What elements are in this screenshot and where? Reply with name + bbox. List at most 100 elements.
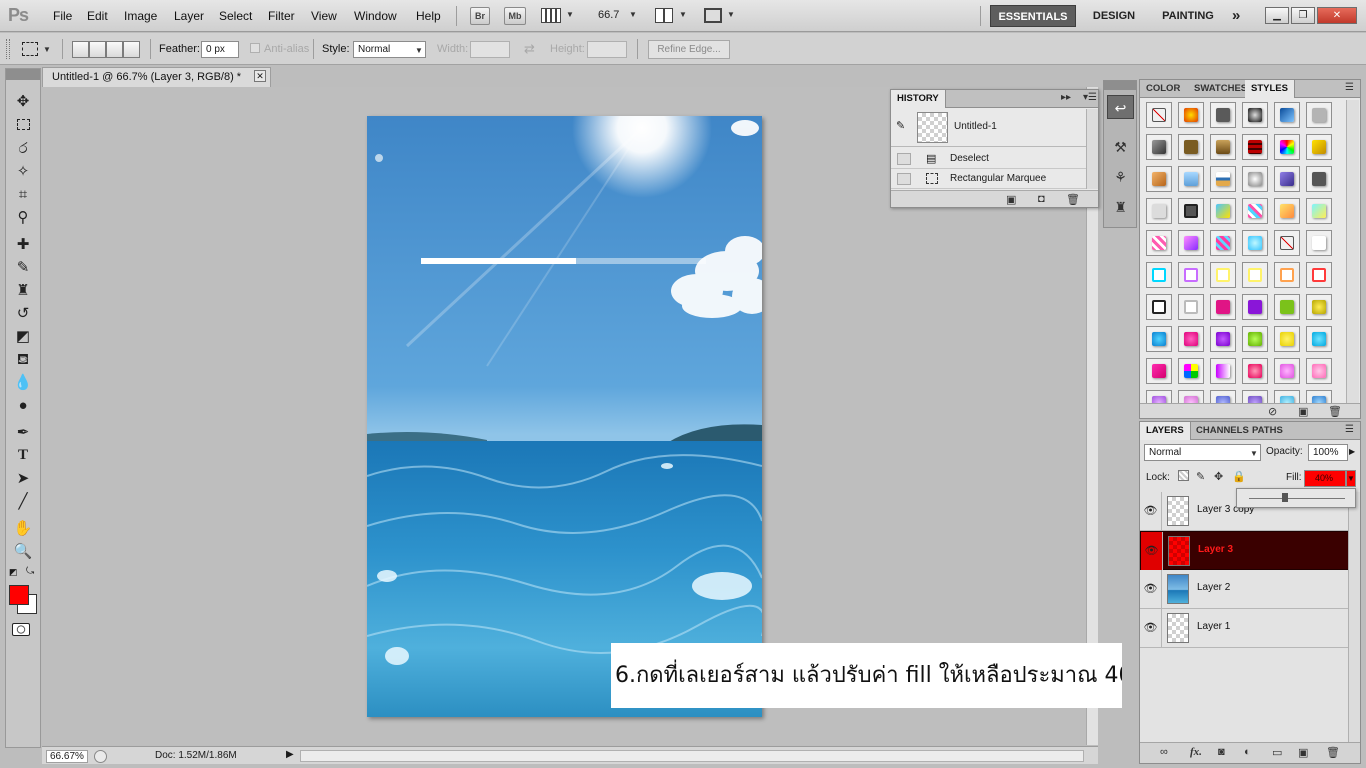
more-workspaces-icon[interactable]: »	[1232, 5, 1240, 27]
style-preset-swatch[interactable]	[1146, 198, 1172, 224]
workspace-essentials[interactable]: ESSENTIALS	[990, 5, 1076, 27]
arrange-documents-icon[interactable]	[655, 8, 673, 23]
swap-colors-icon[interactable]: ⤿	[26, 566, 34, 577]
height-input[interactable]	[587, 41, 627, 58]
tools-panel-header[interactable]	[6, 69, 40, 80]
healing-brush-tool-icon[interactable]: ✚	[10, 234, 36, 255]
chevron-down-icon[interactable]: ▼	[629, 10, 637, 19]
style-preset-swatch[interactable]	[1146, 262, 1172, 288]
style-preset-swatch[interactable]	[1178, 262, 1204, 288]
opacity-input[interactable]: 100%	[1308, 444, 1348, 461]
style-preset-swatch[interactable]	[1242, 102, 1268, 128]
layers-scrollbar[interactable]	[1348, 492, 1360, 742]
menu-select[interactable]: Select	[219, 9, 252, 23]
style-preset-swatch[interactable]	[1306, 134, 1332, 160]
style-preset-swatch[interactable]	[1178, 358, 1204, 384]
lock-position-icon[interactable]: ✥	[1214, 470, 1223, 483]
style-preset-swatch[interactable]	[1146, 326, 1172, 352]
style-preset-swatch[interactable]	[1242, 294, 1268, 320]
workspace-painting[interactable]: PAINTING	[1152, 5, 1224, 27]
clone-source-icon[interactable]: ⚘	[1107, 165, 1134, 189]
fill-slider-track[interactable]	[1249, 498, 1345, 499]
new-style-icon[interactable]: ▣	[1298, 405, 1308, 418]
create-snapshot-icon[interactable]: ◘	[1038, 193, 1045, 205]
lock-image-icon[interactable]: ✎	[1196, 470, 1205, 483]
zoom-level[interactable]: 66.7	[598, 9, 619, 21]
style-preset-swatch[interactable]	[1210, 102, 1236, 128]
style-preset-swatch[interactable]	[1178, 294, 1204, 320]
anti-alias-checkbox[interactable]	[250, 43, 260, 53]
style-preset-swatch[interactable]	[1146, 294, 1172, 320]
style-preset-swatch[interactable]	[1274, 230, 1300, 256]
blend-mode-select[interactable]: Normal	[1144, 444, 1261, 461]
style-preset-swatch[interactable]	[1146, 166, 1172, 192]
menu-filter[interactable]: Filter	[268, 9, 295, 23]
width-input[interactable]	[470, 41, 510, 58]
style-preset-swatch[interactable]	[1242, 390, 1268, 403]
minimize-icon[interactable]: ▁	[1265, 7, 1289, 24]
lock-all-icon[interactable]: 🔒	[1232, 470, 1246, 483]
style-preset-swatch[interactable]	[1242, 134, 1268, 160]
style-preset-swatch[interactable]	[1242, 198, 1268, 224]
style-preset-swatch[interactable]	[1306, 390, 1332, 403]
path-selection-tool-icon[interactable]: ➤	[10, 468, 36, 489]
move-tool-icon[interactable]: ✥	[10, 91, 36, 112]
lock-transparency-icon[interactable]	[1178, 470, 1189, 481]
eraser-tool-icon[interactable]: ◩	[10, 326, 36, 347]
style-preset-swatch[interactable]	[1178, 166, 1204, 192]
foreground-color-swatch[interactable]	[9, 585, 29, 605]
menu-image[interactable]: Image	[124, 9, 157, 23]
tool-presets-icon[interactable]: ♜	[1107, 195, 1134, 219]
menu-file[interactable]: File	[53, 9, 72, 23]
style-preset-swatch[interactable]	[1146, 102, 1172, 128]
trash-icon[interactable]: 🗑	[1326, 746, 1340, 759]
styles-scrollbar[interactable]	[1346, 100, 1359, 403]
refine-edge-button[interactable]: Refine Edge...	[648, 40, 730, 59]
new-layer-icon[interactable]: ▣	[1298, 746, 1308, 759]
fill-input[interactable]: 40%	[1304, 470, 1346, 487]
quick-mask-icon[interactable]	[12, 623, 30, 639]
mini-bridge-button[interactable]: Mb	[504, 7, 526, 25]
close-icon[interactable]: ✕	[254, 70, 266, 82]
blur-tool-icon[interactable]: 💧	[10, 372, 36, 393]
adjustment-layer-icon[interactable]: ◐	[1244, 746, 1251, 758]
style-preset-swatch[interactable]	[1306, 294, 1332, 320]
tab-swatches[interactable]: SWATCHES	[1188, 80, 1253, 98]
new-document-from-state-icon[interactable]: ▣	[1006, 193, 1016, 206]
collapse-icon[interactable]: ▸▸	[1061, 92, 1071, 103]
style-preset-swatch[interactable]	[1178, 230, 1204, 256]
style-preset-swatch[interactable]	[1210, 198, 1236, 224]
history-brush-source-icon[interactable]: ✎	[896, 119, 905, 132]
style-preset-swatch[interactable]	[1274, 166, 1300, 192]
style-preset-swatch[interactable]	[1146, 358, 1172, 384]
panel-menu-icon[interactable]: ▾☰	[1083, 92, 1097, 103]
style-preset-swatch[interactable]	[1210, 294, 1236, 320]
layer-row-layer-2[interactable]: 👁 Layer 2	[1140, 570, 1360, 609]
quick-selection-tool-icon[interactable]: ✧	[10, 161, 36, 182]
history-brush-tool-icon[interactable]: ↺	[10, 303, 36, 324]
style-preset-swatch[interactable]	[1306, 166, 1332, 192]
style-preset-swatch[interactable]	[1274, 198, 1300, 224]
style-preset-swatch[interactable]	[1306, 358, 1332, 384]
bridge-button[interactable]: Br	[470, 7, 490, 25]
brush-presets-icon[interactable]: ⚒	[1107, 135, 1134, 159]
history-step[interactable]: ▤ Deselect	[891, 149, 1086, 169]
style-preset-swatch[interactable]	[1242, 166, 1268, 192]
style-preset-swatch[interactable]	[1210, 230, 1236, 256]
style-preset-swatch[interactable]	[1146, 390, 1172, 403]
tab-paths[interactable]: PATHS	[1246, 422, 1289, 440]
menu-edit[interactable]: Edit	[87, 9, 108, 23]
history-source-checkbox[interactable]	[897, 153, 911, 165]
opacity-arrow-icon[interactable]: ▶	[1349, 447, 1355, 456]
history-step[interactable]: Rectangular Marquee	[891, 169, 1086, 189]
style-preset-swatch[interactable]	[1306, 326, 1332, 352]
style-preset-swatch[interactable]	[1274, 134, 1300, 160]
menu-window[interactable]: Window	[354, 9, 397, 23]
close-icon[interactable]: ✕	[1317, 7, 1357, 24]
feather-input[interactable]: 0 px	[201, 41, 239, 58]
chevron-down-icon[interactable]: ▼	[415, 46, 423, 55]
history-source-checkbox[interactable]	[897, 173, 911, 185]
menu-layer[interactable]: Layer	[174, 9, 204, 23]
style-preset-swatch[interactable]	[1274, 326, 1300, 352]
style-preset-swatch[interactable]	[1242, 358, 1268, 384]
